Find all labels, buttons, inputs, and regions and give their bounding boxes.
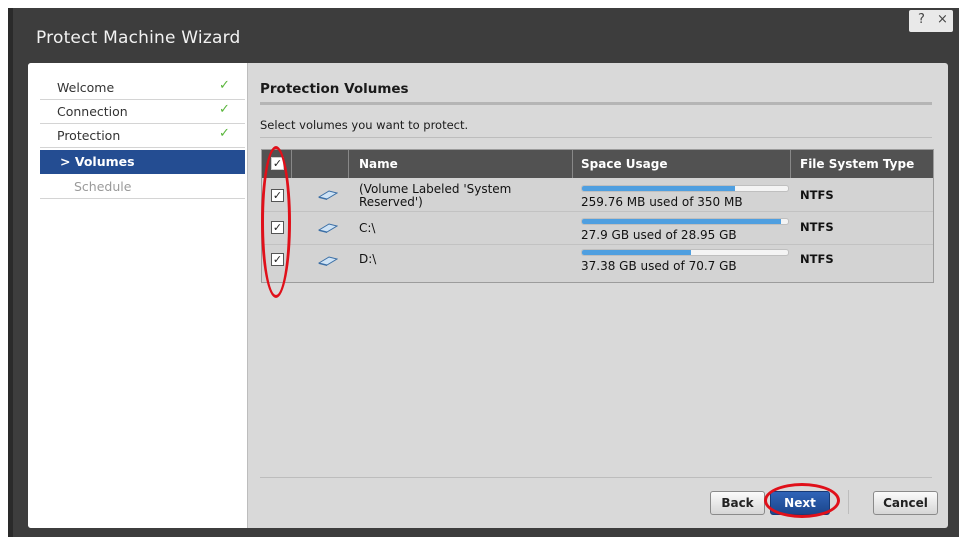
instruction-divider [260,137,932,138]
column-divider [291,150,292,178]
step-label: Welcome [57,80,115,95]
step-schedule: Schedule [40,175,245,199]
close-icon[interactable]: × [937,12,948,27]
drive-icon [318,190,338,200]
step-volumes[interactable]: > Volumes [40,150,245,174]
back-button[interactable]: Back [710,491,765,515]
table-row[interactable]: ✓ D:\ 37.38 GB used of 70.7 GB NTFS [262,245,933,277]
check-icon: ✓ [219,78,230,93]
wizard-steps-sidebar: Welcome ✓ Connection ✓ Protection ✓ > Vo… [28,63,248,528]
volume-name: D:\ [359,252,377,266]
button-bar-divider [260,477,932,478]
space-usage-text: 27.9 GB used of 28.95 GB [581,228,737,242]
check-icon: ✓ [219,126,230,141]
volume-name: C:\ [359,221,376,235]
button-separator [848,490,849,514]
step-connection[interactable]: Connection ✓ [40,100,245,124]
space-usage-text: 259.76 MB used of 350 MB [581,195,743,209]
column-divider [790,150,791,178]
heading-divider [260,102,932,105]
check-icon: ✓ [219,102,230,117]
usage-bar-fill [582,219,781,224]
drive-icon [318,223,338,233]
window-left-edge [8,8,13,537]
file-system-type: NTFS [800,188,834,202]
usage-bar-fill [582,250,691,255]
file-system-type: NTFS [800,220,834,234]
row-checkbox[interactable]: ✓ [271,253,284,266]
column-header-space-usage[interactable]: Space Usage [581,157,667,171]
row-checkbox[interactable]: ✓ [271,221,284,234]
step-welcome[interactable]: Welcome ✓ [40,76,245,100]
next-button[interactable]: Next [770,491,830,515]
instruction-text: Select volumes you want to protect. [260,118,469,132]
title-bar-buttons: ? × [909,10,953,32]
file-system-type: NTFS [800,252,834,266]
step-label: Protection [57,128,121,143]
table-row[interactable]: ✓ (Volume Labeled 'System Reserved') 259… [262,179,933,212]
select-all-checkbox[interactable]: ✓ [271,157,284,170]
usage-bar [581,249,789,256]
cancel-button[interactable]: Cancel [873,491,938,515]
column-divider [348,150,349,178]
column-divider [572,150,573,178]
volume-name: (Volume Labeled 'System Reserved') [359,182,512,209]
drive-icon [318,256,338,266]
wizard-body: Welcome ✓ Connection ✓ Protection ✓ > Vo… [28,63,948,528]
step-protection[interactable]: Protection ✓ [40,124,245,148]
grid-header: ✓ Name Space Usage File System Type [262,150,933,178]
usage-bar [581,218,789,225]
help-icon[interactable]: ? [918,12,925,27]
page-title: Protection Volumes [260,81,409,97]
usage-bar-fill [582,186,735,191]
step-label: Schedule [74,179,132,194]
space-usage-text: 37.38 GB used of 70.7 GB [581,259,737,273]
volumes-grid: ✓ Name Space Usage File System Type ✓ (V… [261,149,934,283]
column-header-name[interactable]: Name [359,157,398,171]
row-checkbox[interactable]: ✓ [271,189,284,202]
wizard-title: Protect Machine Wizard [36,28,241,48]
step-label: > Volumes [60,154,135,169]
step-label: Connection [57,104,128,119]
main-panel: Protection Volumes Select volumes you wa… [248,63,948,528]
column-header-file-system[interactable]: File System Type [800,157,914,171]
usage-bar [581,185,789,192]
table-row[interactable]: ✓ C:\ 27.9 GB used of 28.95 GB NTFS [262,212,933,245]
